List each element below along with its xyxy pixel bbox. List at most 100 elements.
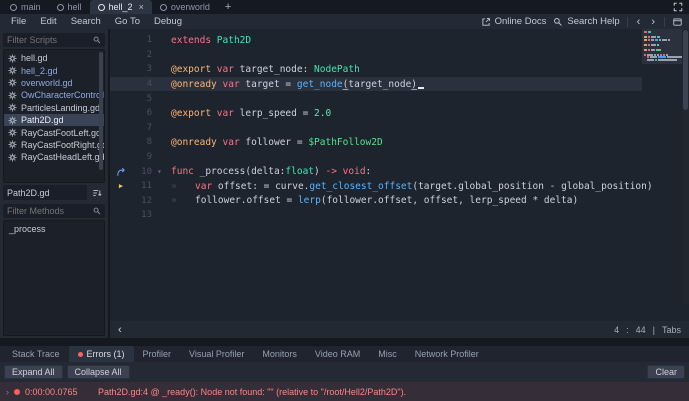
token: 2.0 (314, 108, 331, 119)
scene-tab-hell_2[interactable]: hell_2× (90, 0, 152, 14)
menu-go-to[interactable]: Go To (108, 16, 147, 27)
menu-edit[interactable]: Edit (33, 16, 63, 27)
online-docs-label: Online Docs (495, 16, 547, 27)
menu-file[interactable]: File (4, 16, 33, 27)
scene-icon (57, 4, 64, 11)
minimap-segment (648, 31, 651, 33)
script-item[interactable]: hell.gd (4, 52, 104, 64)
dock-splitter[interactable] (0, 338, 689, 346)
gutter-margin[interactable] (110, 167, 132, 177)
token: void (343, 166, 366, 177)
token: get_node (297, 79, 343, 90)
filter-scripts-input[interactable] (7, 35, 93, 45)
script-item[interactable]: RayCastFootLeft.gd (4, 126, 104, 138)
debugger-tab-profiler[interactable]: Profiler (134, 346, 181, 362)
code-text: extends Path2D (168, 35, 251, 46)
code-line[interactable]: 8@onready var follower = $PathFollow2D (110, 135, 642, 150)
script-item[interactable]: Path2D.gd (4, 114, 104, 126)
hscroll-left-arrow[interactable]: ‹ (118, 324, 122, 336)
error-dot-icon (14, 389, 20, 395)
code-line[interactable]: 9 (110, 150, 642, 165)
code-line[interactable]: ▶11»var offset: = curve.get_closest_offs… (110, 179, 642, 194)
code-line[interactable]: 5 (110, 91, 642, 106)
expand-chevron-icon[interactable]: › (6, 387, 9, 397)
error-timestamp: 0:00:00.0765 (25, 387, 81, 397)
token: var (223, 137, 240, 148)
script-item[interactable]: RayCastHeadLeft.gd (4, 151, 104, 163)
script-name: ParticlesLanding.gd (21, 103, 100, 113)
gutter-margin[interactable]: ▶ (110, 183, 132, 190)
current-script-name[interactable]: Path2D.gd (3, 185, 87, 200)
menu-debug[interactable]: Debug (147, 16, 189, 27)
debugger-tab-misc[interactable]: Misc (369, 346, 406, 362)
new-scene-tab-button[interactable]: + (218, 0, 238, 14)
errors-toolbar: Expand All Collapse All Clear (0, 362, 689, 381)
search-help-button[interactable]: Search Help (553, 16, 619, 27)
debugger-tab-monitors[interactable]: Monitors (253, 346, 306, 362)
collapse-all-button[interactable]: Collapse All (67, 365, 130, 379)
sort-icon (92, 188, 102, 198)
code-area[interactable]: 1extends Path2D23@export var target_node… (110, 29, 689, 321)
debugger-tabbar: Stack TraceErrors (1)ProfilerVisual Prof… (0, 346, 689, 362)
code-line[interactable]: 2 (110, 48, 642, 63)
online-docs-button[interactable]: Online Docs (481, 16, 547, 27)
expand-all-button[interactable]: Expand All (4, 365, 63, 379)
token: (follower.offset, offset, lerp_speed * d… (321, 195, 578, 206)
gdscript-icon (8, 153, 17, 162)
token: follower.offset = (195, 195, 298, 206)
code-line[interactable]: 12»follower.offset = lerp(follower.offse… (110, 194, 642, 209)
minimap-segment (644, 44, 647, 46)
method-sort-button[interactable] (89, 185, 105, 200)
editor-vscrollbar[interactable] (682, 29, 689, 304)
filter-methods-field (3, 204, 105, 218)
code-text: func _process(delta:float) -> void: (168, 166, 371, 177)
line-number: 4 (132, 79, 152, 89)
code-line[interactable]: 4@onready var target = get_node(target_n… (110, 77, 642, 92)
method-item[interactable]: _process (4, 223, 104, 235)
code-line[interactable]: 10▾func _process(delta:float) -> void: (110, 164, 642, 179)
filter-methods-input[interactable] (7, 206, 93, 216)
code-line[interactable]: 7 (110, 121, 642, 136)
script-item[interactable]: hell_2.gd (4, 64, 104, 76)
fold-arrow-icon[interactable]: ▾ (152, 167, 168, 176)
debugger-tab-errors-1-[interactable]: Errors (1) (69, 346, 134, 362)
status-colon: : (626, 325, 629, 335)
debugger-tab-visual-profiler[interactable]: Visual Profiler (180, 346, 253, 362)
scene-tab-label: main (21, 2, 41, 12)
debugger-tab-video-ram[interactable]: Video RAM (306, 346, 369, 362)
menu-search[interactable]: Search (64, 16, 108, 27)
debugger-tab-stack-trace[interactable]: Stack Trace (3, 346, 69, 362)
debugger-tab-network-profiler[interactable]: Network Profiler (406, 346, 488, 362)
code-line[interactable]: 13 (110, 208, 642, 223)
close-icon[interactable]: × (139, 2, 144, 12)
minimap[interactable] (642, 29, 682, 304)
history-forward-button[interactable]: › (649, 16, 657, 28)
clear-button[interactable]: Clear (647, 365, 685, 379)
script-item[interactable]: overworld.gd (4, 77, 104, 89)
history-back-button[interactable]: ‹ (635, 16, 643, 28)
scene-tab-label: overworld (171, 2, 210, 12)
scene-icon (98, 4, 105, 11)
float-panel-button[interactable] (672, 17, 683, 27)
script-item[interactable]: ParticlesLanding.gd (4, 102, 104, 114)
script-list-scrollbar[interactable] (99, 52, 103, 170)
godot-script-editor-window: mainhellhell_2×overworld + FileEditSearc… (0, 0, 689, 401)
token: lerp_speed = (234, 108, 314, 119)
script-item[interactable]: RayCastFootRight.gd (4, 139, 104, 151)
code-line[interactable]: 1extends Path2D (110, 33, 642, 48)
scrollbar-thumb[interactable] (683, 30, 688, 110)
distraction-free-button[interactable] (667, 0, 689, 14)
code-line[interactable]: 3@export var target_node: NodePath (110, 62, 642, 77)
line-number: 7 (132, 123, 152, 133)
scene-tab-hell[interactable]: hell (49, 0, 90, 14)
scene-tab-overworld[interactable]: overworld (152, 0, 218, 14)
script-item[interactable]: OwCharacterControll... (4, 89, 104, 101)
line-number: 8 (132, 137, 152, 147)
search-icon (93, 207, 101, 215)
tab-label: Misc (378, 349, 397, 359)
error-row[interactable]: › 0:00:00.0765 Path2D.gd:4 @ _ready(): N… (0, 381, 689, 401)
token: (target.global_position - global_positio… (412, 181, 652, 192)
editor-status-bar: ‹ 4 : 44 | Tabs (110, 321, 689, 338)
scene-tab-main[interactable]: main (2, 0, 49, 14)
code-line[interactable]: 6@export var lerp_speed = 2.0 (110, 106, 642, 121)
